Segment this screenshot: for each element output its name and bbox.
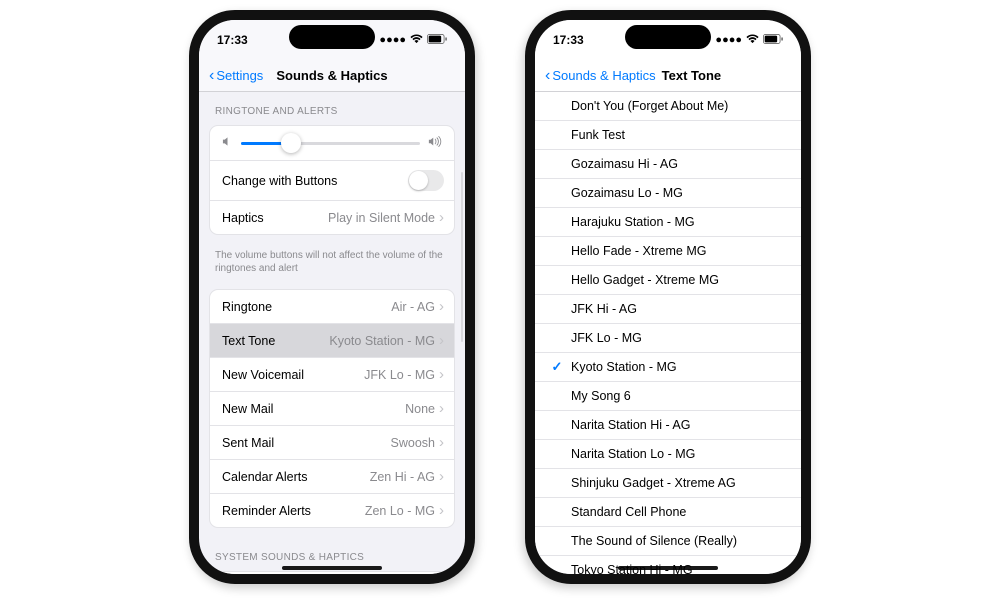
footer-volume: The volume buttons will not affect the v… xyxy=(199,245,465,275)
tone-row[interactable]: Narita Station Lo - MG xyxy=(535,440,801,469)
tone-name: Shinjuku Gadget - Xtreme AG xyxy=(567,476,736,490)
tone-row[interactable]: Tokyo Station Hi - MG xyxy=(535,556,801,574)
volume-slider[interactable] xyxy=(241,142,420,145)
signal-icon: ●●●● xyxy=(715,34,742,46)
dynamic-island xyxy=(625,25,711,49)
tone-name: My Song 6 xyxy=(567,389,631,403)
home-indicator[interactable] xyxy=(282,566,382,570)
tone-row[interactable]: Don't You (Forget About Me) xyxy=(535,92,801,121)
tone-name: The Sound of Silence (Really) xyxy=(567,534,737,548)
cell-value: Play in Silent Mode › xyxy=(328,210,444,225)
chevron-right-icon: › xyxy=(439,469,444,484)
chevron-right-icon: › xyxy=(439,333,444,348)
cell-label: Change with Buttons xyxy=(222,174,337,188)
chevron-right-icon: › xyxy=(439,503,444,518)
status-icons: ●●●● xyxy=(715,34,783,47)
checkmark-icon: ✓ xyxy=(547,359,567,375)
scrollbar[interactable] xyxy=(461,172,463,342)
new-voicemail-row[interactable]: New Voicemail JFK Lo - MG› xyxy=(210,358,454,392)
volume-low-icon xyxy=(222,136,233,150)
tone-name: JFK Hi - AG xyxy=(567,302,637,316)
tone-list[interactable]: Don't You (Forget About Me) Funk Test Goza… xyxy=(535,92,801,574)
tone-row[interactable]: Shinjuku Gadget - Xtreme AG xyxy=(535,469,801,498)
tone-row[interactable]: Standard Cell Phone xyxy=(535,498,801,527)
chevron-left-icon: ‹ xyxy=(545,67,550,85)
back-button[interactable]: ‹ Settings xyxy=(209,67,263,85)
group-tones: Ringtone Air - AG› Text Tone Kyoto Stati… xyxy=(209,289,455,528)
keyboard-feedback-row[interactable]: Keyboard Feedback Sound & Haptic› xyxy=(210,572,454,574)
tone-row[interactable]: Hello Gadget - Xtreme MG xyxy=(535,266,801,295)
volume-slider-row xyxy=(210,126,454,161)
tone-name: Narita Station Hi - AG xyxy=(567,418,691,432)
status-time: 17:33 xyxy=(217,33,248,47)
back-label: Settings xyxy=(216,68,263,83)
change-with-buttons-row[interactable]: Change with Buttons xyxy=(210,161,454,201)
text-tone-row[interactable]: Text Tone Kyoto Station - MG› xyxy=(210,324,454,358)
tone-row[interactable]: JFK Lo - MG xyxy=(535,324,801,353)
cell-label: Text Tone xyxy=(222,334,275,348)
dynamic-island xyxy=(289,25,375,49)
navbar: ‹ Sounds & Haptics Text Tone xyxy=(535,60,801,92)
phone-text-tone: 17:33 ●●●● ‹ Sounds & Haptics Text Tone … xyxy=(525,10,811,584)
section-header-ringtone: RINGTONE AND ALERTS xyxy=(199,92,465,121)
calendar-alerts-row[interactable]: Calendar Alerts Zen Hi - AG› xyxy=(210,460,454,494)
tone-row[interactable]: Gozaimasu Lo - MG xyxy=(535,179,801,208)
cell-label: Haptics xyxy=(222,211,264,225)
phone-sounds-haptics: 17:33 ●●●● ‹ Settings Sounds & Haptics R… xyxy=(189,10,475,584)
navbar: ‹ Settings Sounds & Haptics xyxy=(199,60,465,92)
signal-icon: ●●●● xyxy=(379,34,406,46)
status-time: 17:33 xyxy=(553,33,584,47)
haptics-row[interactable]: Haptics Play in Silent Mode › xyxy=(210,201,454,234)
tone-name: Kyoto Station - MG xyxy=(567,360,677,374)
home-indicator[interactable] xyxy=(618,566,718,570)
slider-thumb[interactable] xyxy=(281,133,301,153)
tone-name: Harajuku Station - MG xyxy=(567,215,695,229)
tone-name: Funk Test xyxy=(567,128,625,142)
tone-name: Don't You (Forget About Me) xyxy=(567,99,728,113)
tone-row[interactable]: Gozaimasu Hi - AG xyxy=(535,150,801,179)
tone-row[interactable]: Hello Fade - Xtreme MG xyxy=(535,237,801,266)
change-with-buttons-toggle[interactable] xyxy=(408,170,444,191)
new-mail-row[interactable]: New Mail None› xyxy=(210,392,454,426)
tone-row[interactable]: Harajuku Station - MG xyxy=(535,208,801,237)
reminder-alerts-row[interactable]: Reminder Alerts Zen Lo - MG› xyxy=(210,494,454,527)
back-button[interactable]: ‹ Sounds & Haptics xyxy=(545,67,656,85)
cell-label: Ringtone xyxy=(222,300,272,314)
tone-name: Gozaimasu Hi - AG xyxy=(567,157,678,171)
chevron-right-icon: › xyxy=(439,435,444,450)
back-label: Sounds & Haptics xyxy=(552,68,655,83)
tone-row[interactable]: Narita Station Hi - AG xyxy=(535,411,801,440)
chevron-right-icon: › xyxy=(439,401,444,416)
section-header-system: SYSTEM SOUNDS & HAPTICS xyxy=(199,538,465,567)
tone-name: Hello Fade - Xtreme MG xyxy=(567,244,706,258)
sent-mail-row[interactable]: Sent Mail Swoosh› xyxy=(210,426,454,460)
page-title: Text Tone xyxy=(662,68,721,83)
tone-row[interactable]: JFK Hi - AG xyxy=(535,295,801,324)
content-scroll[interactable]: RINGTONE AND ALERTS Change with Buttons xyxy=(199,92,465,574)
chevron-right-icon: › xyxy=(439,299,444,314)
tone-name: Hello Gadget - Xtreme MG xyxy=(567,273,719,287)
group-system: Keyboard Feedback Sound & Haptic› Lock S… xyxy=(209,571,455,574)
ringtone-row[interactable]: Ringtone Air - AG› xyxy=(210,290,454,324)
status-icons: ●●●● xyxy=(379,34,447,47)
chevron-right-icon: › xyxy=(439,367,444,382)
battery-icon xyxy=(427,34,447,47)
tone-name: Narita Station Lo - MG xyxy=(567,447,695,461)
group-ringtone-alerts: Change with Buttons Haptics Play in Sile… xyxy=(209,125,455,235)
tone-row[interactable]: Funk Test xyxy=(535,121,801,150)
chevron-right-icon: › xyxy=(439,210,444,225)
wifi-icon xyxy=(746,34,759,47)
volume-high-icon xyxy=(428,136,442,150)
chevron-left-icon: ‹ xyxy=(209,67,214,85)
wifi-icon xyxy=(410,34,423,47)
tone-name: Standard Cell Phone xyxy=(567,505,686,519)
tone-name: Gozaimasu Lo - MG xyxy=(567,186,683,200)
battery-icon xyxy=(763,34,783,47)
tone-row[interactable]: My Song 6 xyxy=(535,382,801,411)
tone-row[interactable]: The Sound of Silence (Really) xyxy=(535,527,801,556)
tone-name: JFK Lo - MG xyxy=(567,331,642,345)
tone-row[interactable]: ✓Kyoto Station - MG xyxy=(535,353,801,382)
